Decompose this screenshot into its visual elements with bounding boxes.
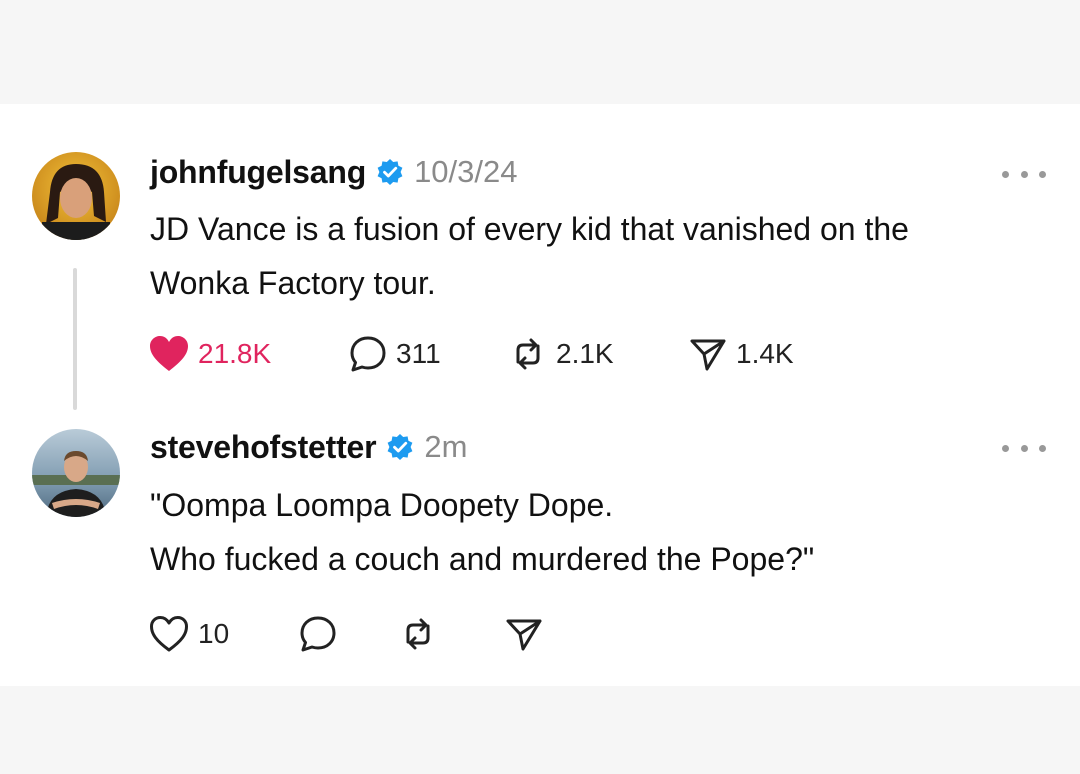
avatar[interactable]	[32, 152, 120, 240]
action-bar: 21.8K 311 2.1K 1.4K	[148, 330, 794, 378]
like-button[interactable]: 10	[148, 614, 298, 654]
username[interactable]: stevehofstetter	[150, 429, 377, 466]
reply-count: 311	[396, 338, 441, 369]
paper-plane-icon	[690, 339, 726, 371]
username[interactable]: johnfugelsang	[150, 154, 366, 191]
post-text: JD Vance is a fusion of every kid that v…	[150, 202, 1050, 310]
like-count: 10	[198, 618, 230, 649]
post-stevehofstetter: stevehofstetter 2m "Oompa Loompa Doopety…	[0, 404, 1080, 686]
like-count: 21.8K	[198, 338, 272, 369]
like-button[interactable]: 21.8K	[148, 334, 348, 374]
timestamp: 10/3/24	[414, 154, 518, 189]
post-header: johnfugelsang 10/3/24	[150, 150, 518, 194]
heart-icon	[150, 336, 188, 371]
thread-connector	[73, 268, 77, 410]
post-text-line: JD Vance is a fusion of every kid that v…	[150, 211, 909, 247]
reply-button[interactable]	[298, 614, 398, 654]
post-text: "Oompa Loompa Doopety Dope. Who fucked a…	[150, 478, 1050, 586]
more-options-icon[interactable]	[1002, 164, 1046, 184]
repost-count: 2.1K	[556, 338, 614, 369]
reply-button[interactable]: 311	[348, 334, 508, 374]
avatar-image	[32, 152, 120, 240]
speech-bubble-icon	[300, 616, 336, 652]
verified-badge-icon	[386, 433, 414, 461]
post-johnfugelsang: johnfugelsang 10/3/24 JD Vance is a fusi…	[0, 104, 1080, 410]
repost-button[interactable]	[398, 614, 504, 654]
post-text-line: "Oompa Loompa Doopety Dope.	[150, 487, 614, 523]
action-bar: 10	[148, 610, 552, 658]
heart-icon	[150, 616, 188, 652]
avatar[interactable]	[32, 429, 120, 517]
post-text-line: Wonka Factory tour.	[150, 265, 436, 301]
avatar-image	[32, 429, 120, 517]
speech-bubble-icon	[350, 336, 386, 372]
repost-arrows-icon	[406, 618, 430, 650]
share-button[interactable]	[504, 614, 552, 654]
repost-arrows-icon	[516, 338, 540, 370]
post-text-line: Who fucked a couch and murdered the Pope…	[150, 541, 815, 577]
thread-card: johnfugelsang 10/3/24 JD Vance is a fusi…	[0, 104, 1080, 686]
paper-plane-icon	[506, 619, 542, 651]
more-options-icon[interactable]	[1002, 438, 1046, 458]
post-header: stevehofstetter 2m	[150, 425, 468, 469]
share-count: 1.4K	[736, 338, 794, 369]
repost-button[interactable]: 2.1K	[508, 334, 688, 374]
verified-badge-icon	[376, 158, 404, 186]
timestamp: 2m	[424, 429, 468, 464]
share-button[interactable]: 1.4K	[688, 334, 794, 374]
